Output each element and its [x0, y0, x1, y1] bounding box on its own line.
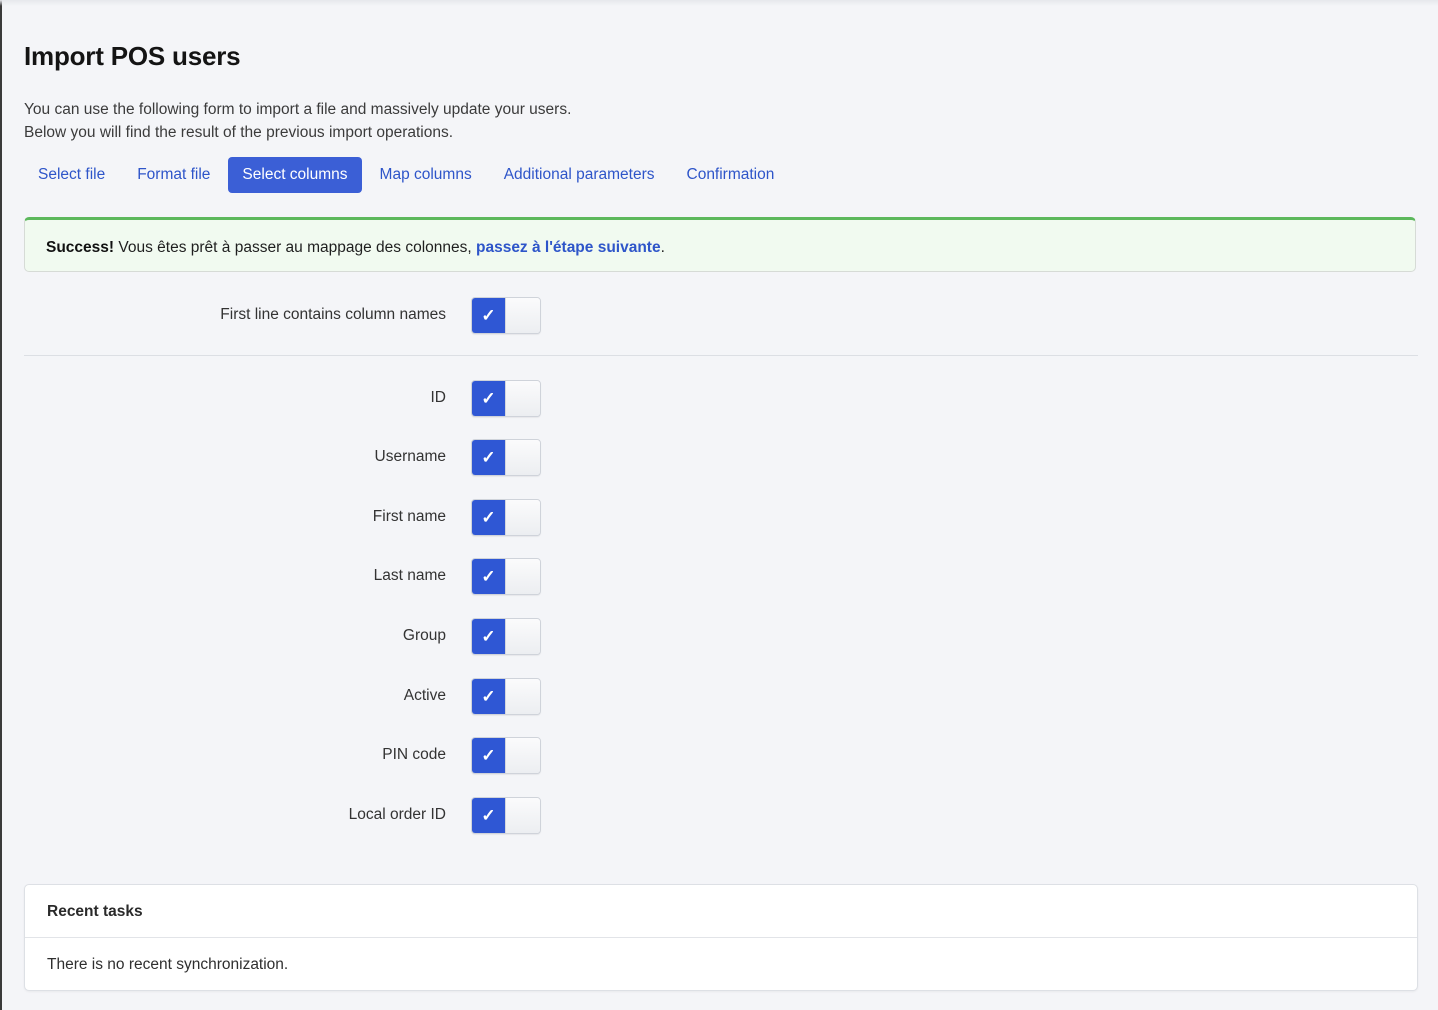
check-icon: ✓: [472, 679, 505, 714]
check-icon: ✓: [472, 381, 505, 416]
toggle-knob: [505, 298, 540, 333]
tab-confirmation[interactable]: Confirmation: [673, 157, 789, 193]
check-icon: ✓: [472, 619, 505, 654]
column-label-first-name: First name: [372, 508, 446, 525]
first-line-option-toggle[interactable]: ✓: [471, 297, 541, 334]
toggle-knob: [505, 679, 540, 714]
column-toggle-local-order-id[interactable]: ✓: [471, 797, 541, 834]
column-toggle-id[interactable]: ✓: [471, 380, 541, 417]
section-divider: [24, 355, 1418, 356]
check-icon: ✓: [472, 440, 505, 475]
check-icon: ✓: [472, 798, 505, 833]
check-icon: ✓: [472, 500, 505, 535]
recent-tasks-card: Recent tasks There is no recent synchron…: [24, 884, 1418, 991]
column-row-pin-code: PIN code ✓: [24, 736, 624, 774]
column-row-first-name: First name ✓: [24, 498, 624, 536]
tab-select-columns[interactable]: Select columns: [228, 157, 362, 193]
column-label-local-order-id: Local order ID: [348, 806, 446, 823]
toggle-knob: [505, 440, 540, 475]
toggle-knob: [505, 500, 540, 535]
tab-additional-parameters[interactable]: Additional parameters: [490, 157, 669, 193]
alert-end: .: [660, 239, 665, 256]
toggle-knob: [505, 738, 540, 773]
page-title: Import POS users: [24, 41, 241, 71]
intro-line-2: Below you will find the result of the pr…: [24, 124, 454, 141]
column-toggle-group[interactable]: ✓: [471, 618, 541, 655]
column-row-username: Username ✓: [24, 438, 624, 476]
tab-select-file[interactable]: Select file: [24, 157, 119, 193]
column-row-local-order-id: Local order ID ✓: [24, 796, 624, 834]
toggle-knob: [505, 798, 540, 833]
page-intro: You can use the following form to import…: [24, 98, 571, 144]
next-step-link[interactable]: passez à l'étape suivante: [476, 239, 661, 256]
recent-tasks-title: Recent tasks: [25, 885, 1417, 938]
column-label-last-name: Last name: [373, 567, 446, 584]
toggle-knob: [505, 559, 540, 594]
column-toggle-active[interactable]: ✓: [471, 678, 541, 715]
tab-map-columns[interactable]: Map columns: [366, 157, 486, 193]
window-left-edge: [0, 0, 2, 1010]
tab-format-file[interactable]: Format file: [123, 157, 224, 193]
column-row-group: Group ✓: [24, 617, 624, 655]
column-toggle-first-name[interactable]: ✓: [471, 499, 541, 536]
alert-strong: Success!: [46, 239, 115, 256]
top-shadow: [0, 0, 1438, 6]
recent-tasks-empty-text: There is no recent synchronization.: [47, 956, 289, 973]
column-label-active: Active: [403, 687, 446, 704]
first-line-option-row: First line contains column names ✓: [24, 296, 624, 334]
column-label-pin-code: PIN code: [382, 746, 446, 763]
alert-text: Vous êtes prêt à passer au mappage des c…: [114, 239, 476, 256]
column-toggle-pin-code[interactable]: ✓: [471, 737, 541, 774]
success-alert: Success! Vous êtes prêt à passer au mapp…: [24, 217, 1416, 272]
toggle-knob: [505, 619, 540, 654]
column-toggle-last-name[interactable]: ✓: [471, 558, 541, 595]
check-icon: ✓: [472, 298, 505, 333]
column-label-group: Group: [402, 627, 446, 644]
first-line-option-label: First line contains column names: [220, 306, 446, 323]
step-tabs: Select file Format file Select columns M…: [24, 157, 792, 193]
column-row-last-name: Last name ✓: [24, 557, 624, 595]
check-icon: ✓: [472, 738, 505, 773]
intro-line-1: You can use the following form to import…: [24, 101, 572, 118]
toggle-knob: [505, 381, 540, 416]
column-toggle-username[interactable]: ✓: [471, 439, 541, 476]
column-label-username: Username: [374, 448, 447, 465]
column-row-id: ID ✓: [24, 379, 624, 417]
column-label-id: ID: [430, 389, 447, 406]
column-row-active: Active ✓: [24, 677, 624, 715]
check-icon: ✓: [472, 559, 505, 594]
